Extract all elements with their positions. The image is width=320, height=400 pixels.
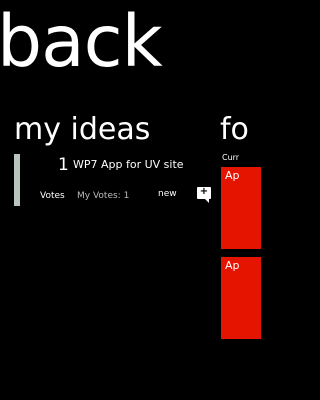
forum-subtitle: Curr <box>222 153 240 162</box>
status-badge: new <box>158 189 177 199</box>
forum-tile-label: Ap <box>225 169 240 182</box>
idea-list-item[interactable]: 1 WP7 App for UV site Votes My Votes: 1 … <box>14 154 224 206</box>
idea-vote-count: 1 <box>58 155 69 175</box>
forum-header[interactable]: fo <box>220 112 249 148</box>
comment-plus-glyph: + <box>199 186 209 197</box>
my-votes-count: My Votes: 1 <box>77 191 130 201</box>
idea-title[interactable]: WP7 App for UV site <box>73 157 184 173</box>
forum-tile-label: Ap <box>225 259 240 272</box>
votes-label: Votes <box>40 191 65 201</box>
forum-tile[interactable]: Ap <box>221 167 261 249</box>
comment-plus-icon[interactable]: + <box>197 186 211 203</box>
forum-tile[interactable]: Ap <box>221 257 261 339</box>
vote-indicator-bar <box>14 154 20 206</box>
panorama-title: back <box>0 0 163 83</box>
my-ideas-header[interactable]: my ideas <box>14 112 150 148</box>
